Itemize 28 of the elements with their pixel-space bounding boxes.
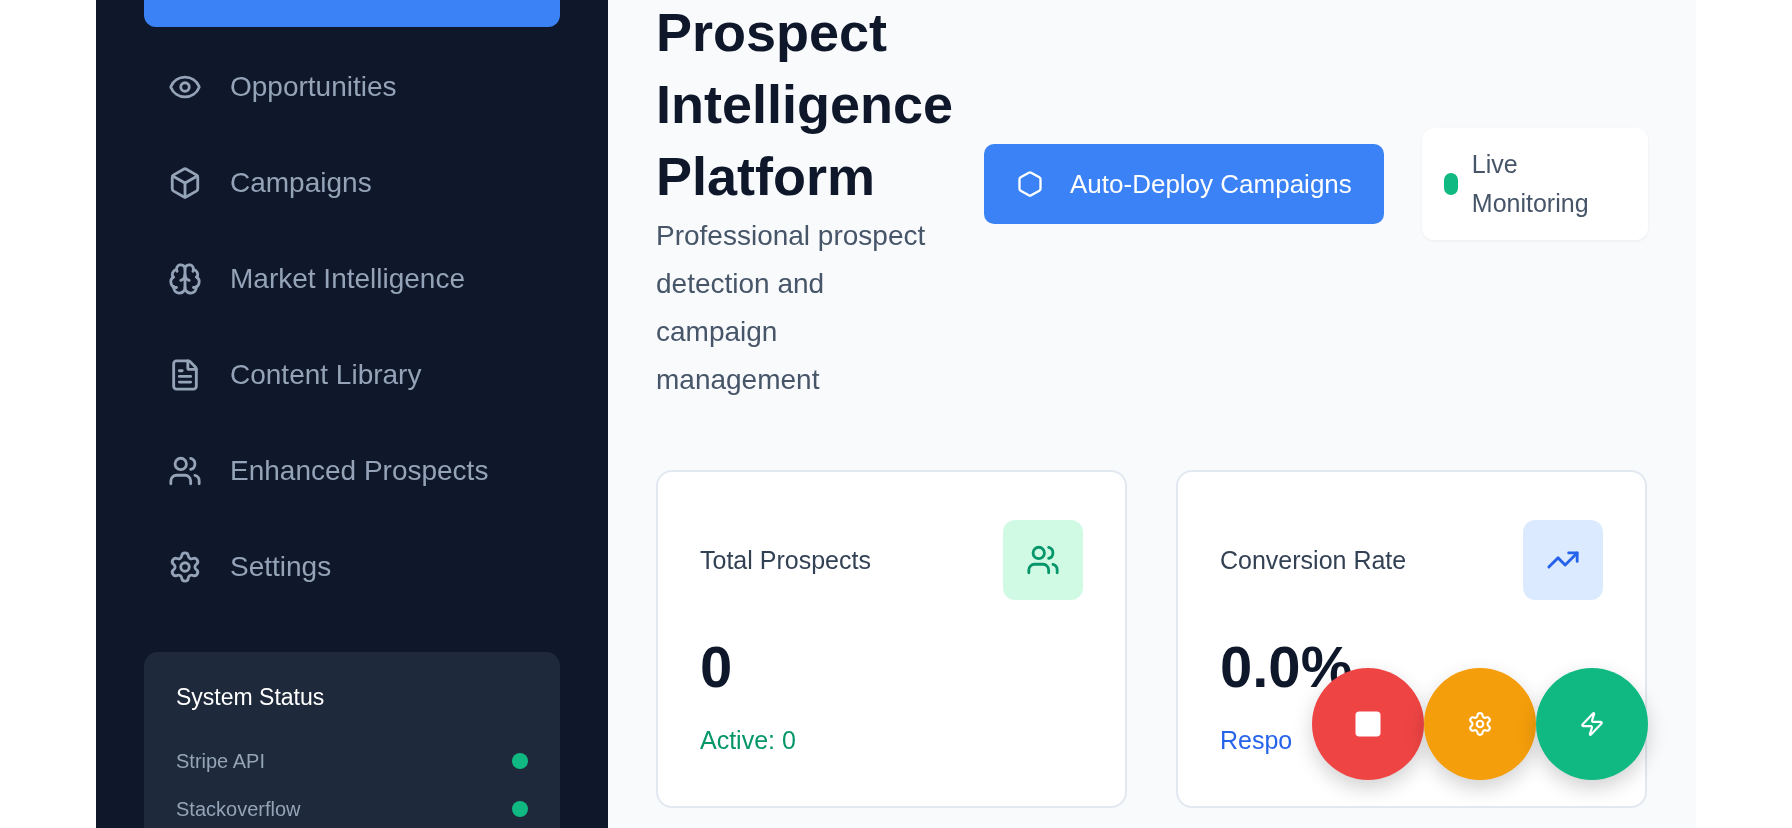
card-title: System Status	[176, 684, 326, 711]
service-name: Stripe API	[176, 749, 265, 773]
users-icon	[1003, 520, 1083, 600]
users-icon	[168, 454, 202, 488]
page-subtitle: Professional prospect detection and campaign management	[656, 219, 927, 397]
trend-up-icon	[1523, 520, 1603, 600]
stat-label: Conversion Rate	[1220, 545, 1407, 575]
nav-item[interactable]: Campaigns	[144, 147, 560, 219]
nav-item[interactable]: Market Intelligence	[144, 243, 560, 315]
stat-value: 0	[700, 635, 734, 699]
stat-note: Respo	[1220, 726, 1293, 754]
deploy-button[interactable]: Auto-Deploy Campaigns	[984, 144, 1384, 224]
stat-label: Total Prospects	[700, 545, 871, 575]
nav-item[interactable]: Content Library	[144, 339, 560, 411]
service-name: Stackoverflow	[176, 797, 301, 821]
status-label: Live Monitoring	[1471, 149, 1590, 219]
stop-icon	[1353, 709, 1383, 739]
hexagon-icon	[1016, 170, 1044, 198]
page-title: Prospect Intelligence Platform	[656, 1, 955, 208]
settings-icon	[1467, 711, 1493, 737]
nav-item[interactable]: Opportunities	[144, 51, 560, 123]
nav-item[interactable]: Settings	[144, 531, 560, 603]
nav-item[interactable]: Enhanced Prospects	[144, 435, 560, 507]
settings-icon	[168, 550, 202, 584]
box-icon	[168, 166, 202, 200]
stat-note: Active: 0	[700, 726, 796, 754]
lightning-icon	[1579, 711, 1605, 737]
brain-icon	[168, 262, 202, 296]
